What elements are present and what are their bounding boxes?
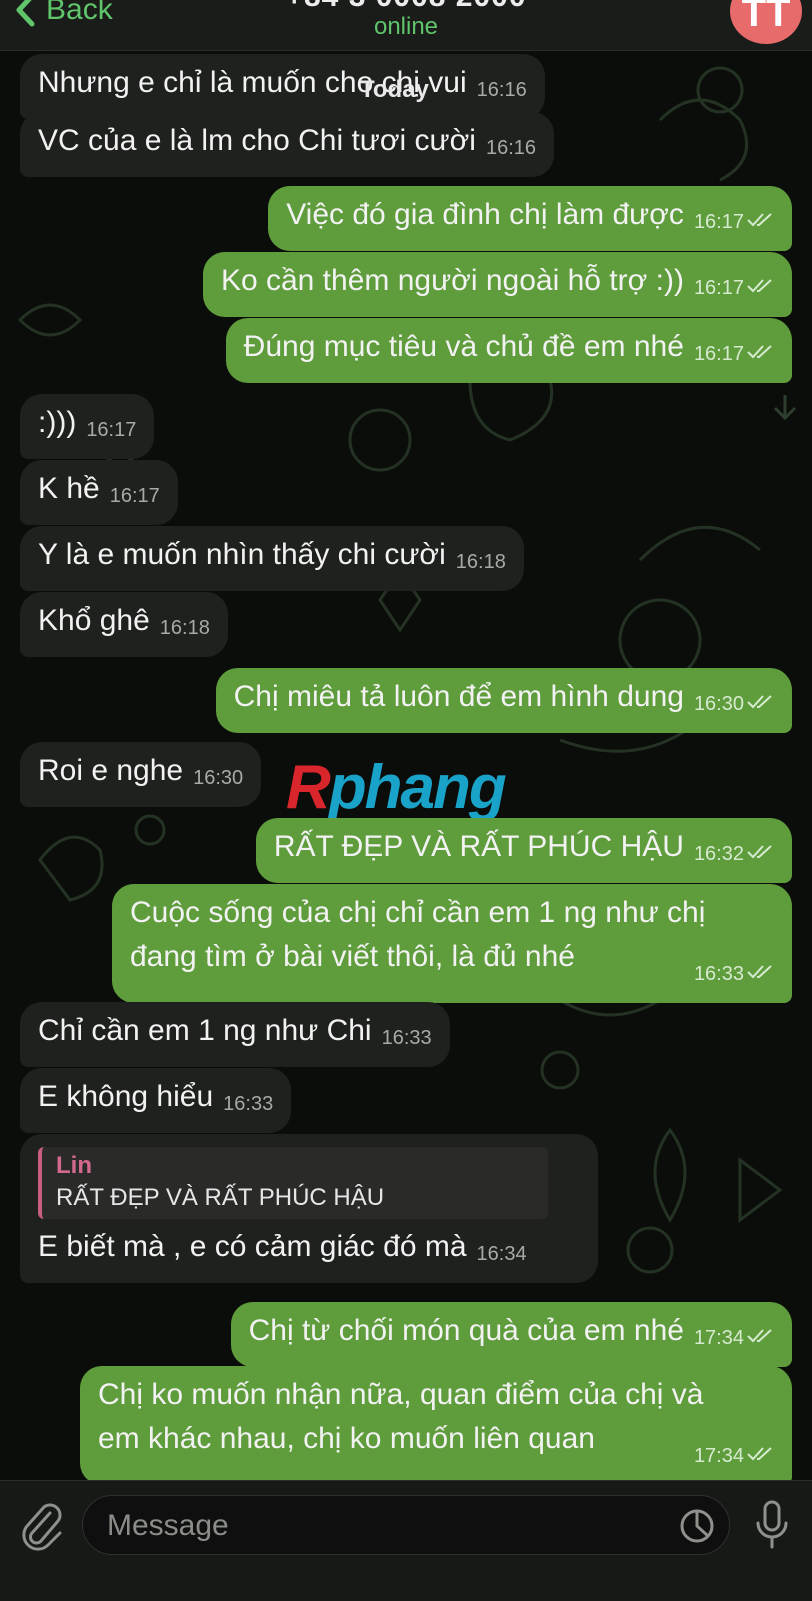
message-incoming[interactable]: Y là e muốn nhìn thấy chi cười 16:18 [20,526,524,591]
message-incoming[interactable]: Chỉ cần em 1 ng như Chi 16:33 [20,1002,450,1067]
message-text: Ko cần thêm người ngoài hỗ trợ :)) [220,264,684,297]
double-check-icon [747,213,772,227]
watermark-logo: Rphang [286,753,507,822]
message-time: 16:17 [693,343,744,365]
message-text: Việc đó gia đình chị làm được [286,198,684,231]
microphone-icon[interactable] [754,1499,790,1551]
message-text: VC của e là lm cho Chi tươi cười [38,124,476,157]
message-text: E biết mà , e có cảm giác đó mà [38,1230,467,1263]
message-outgoing[interactable]: RẤT ĐẸP VÀ RẤT PHÚC HẬU 16:32 [255,818,792,883]
message-time: 16:16 [476,79,527,101]
message-outgoing[interactable]: Chị từ chối món quà của em nhé 17:34 [230,1302,792,1367]
message-time: 16:17 [693,277,744,299]
paperclip-icon[interactable] [20,1501,64,1551]
message-outgoing[interactable]: Chị ko muốn nhận nữa, quan điểm của chị … [80,1366,792,1485]
message-outgoing[interactable]: Ko cần thêm người ngoài hỗ trợ :)) 16:17 [202,252,792,317]
contact-status: online [373,13,439,40]
message-incoming[interactable]: :))) 16:17 [20,394,155,459]
message-incoming[interactable]: VC của e là lm cho Chi tươi cười 16:16 [20,112,555,177]
message-text: Chị từ chối món quà của em nhé [248,1314,684,1347]
message-time: 16:17 [109,485,160,507]
double-check-icon [747,1329,772,1343]
message-input-box[interactable] [82,1495,730,1556]
message-outgoing[interactable]: Đúng mục tiêu và chủ đề em nhé 16:17 [225,318,792,383]
message-time: 16:18 [455,551,506,573]
message-incoming[interactable]: E không hiểu 16:33 [20,1068,292,1133]
message-time: 17:34 [693,1327,744,1349]
message-text: Y là e muốn nhìn thấy chi cười [38,538,446,571]
message-incoming[interactable]: Khổ ghê 16:18 [20,592,228,657]
message-time: 16:33 [693,963,744,985]
sticker-icon[interactable] [679,1508,715,1544]
reply-quoted-text: RẤT ĐẸP VÀ RẤT PHÚC HẬU [56,1184,385,1211]
double-check-icon [747,965,772,979]
message-text: E không hiểu [38,1080,214,1113]
reply-quote[interactable]: Lin RẤT ĐẸP VÀ RẤT PHÚC HẬU [38,1147,548,1219]
message-text: Roi e nghe [38,754,184,787]
date-separator: Today [360,76,429,103]
arrow-down-icon [773,395,797,421]
message-outgoing[interactable]: Chị miêu tả luôn để em hình dung 16:30 [215,668,792,733]
message-incoming-reply[interactable]: Lin RẤT ĐẸP VÀ RẤT PHÚC HẬU E biết mà , … [20,1134,598,1283]
message-text-line-2: em khác nhau, chị ko muốn liên quan [98,1422,595,1455]
message-time: 16:34 [476,1243,527,1265]
double-check-icon [747,1447,772,1461]
reply-author: Lin [56,1152,92,1179]
message-incoming[interactable]: Nhưng e chỉ là muốn cho chị vui 16:16 [20,54,545,119]
message-time: 16:33 [381,1027,432,1049]
message-outgoing[interactable]: Cuộc sống của chị chỉ cần em 1 ng như ch… [112,884,792,1003]
message-text: Chỉ cần em 1 ng như Chi [38,1014,372,1047]
message-text: :))) [38,406,77,439]
message-text-line-1: Chị ko muốn nhận nữa, quan điểm của chị … [98,1378,704,1411]
message-time: 16:30 [193,767,244,789]
double-check-icon [747,345,772,359]
message-time: 16:18 [159,617,210,639]
double-check-icon [747,845,772,859]
message-text: Chị miêu tả luôn để em hình dung [233,680,684,713]
message-text: RẤT ĐẸP VÀ RẤT PHÚC HẬU [273,830,684,863]
message-incoming[interactable]: K hề 16:17 [20,460,178,525]
message-time: 16:33 [223,1093,274,1115]
message-text: Khổ ghê [38,604,150,637]
double-check-icon [747,695,772,709]
message-time: 17:34 [693,1445,744,1467]
message-time: 16:32 [693,843,744,865]
message-time: 16:17 [693,211,744,233]
message-text-line-1: Cuộc sống của chị chỉ cần em 1 ng như ch… [130,896,706,929]
message-text-line-2: đang tìm ở bài viết thôi, là đủ nhé [130,940,575,973]
message-input[interactable] [105,1496,649,1556]
message-text: Đúng mục tiêu và chủ đề em nhé [243,330,684,363]
chat-header: Back +84 3 0008 2000 online TT [0,0,812,51]
contact-name[interactable]: +84 3 0008 2000 [0,0,812,14]
message-text: K hề [38,472,100,505]
composer-bar [0,1480,812,1601]
message-incoming[interactable]: Roi e nghe 16:30 [20,742,262,807]
message-time: 16:30 [693,693,744,715]
message-time: 16:16 [485,137,537,159]
message-outgoing[interactable]: Việc đó gia đình chị làm được 16:17 [268,186,792,251]
message-time: 16:17 [86,419,137,441]
double-check-icon [747,279,772,293]
